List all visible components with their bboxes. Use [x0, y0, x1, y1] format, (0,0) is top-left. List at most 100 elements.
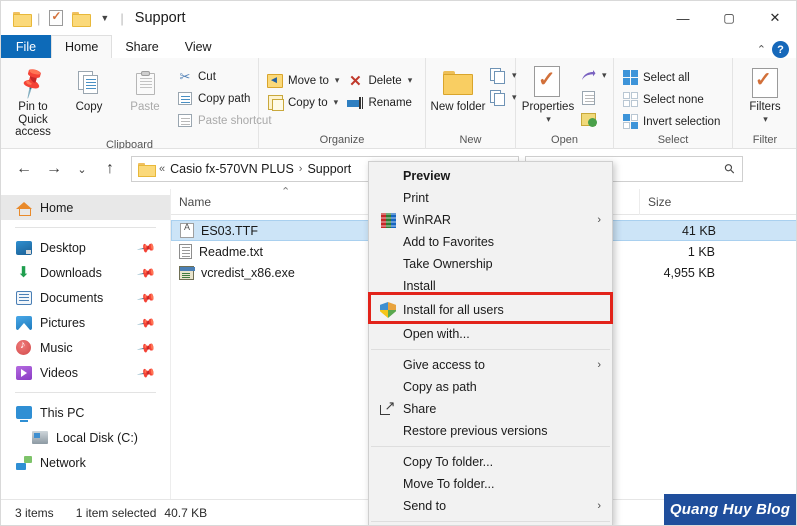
- sidebar-item-home[interactable]: Home: [1, 195, 170, 220]
- sidebar-item-documents[interactable]: Documents 📌: [1, 285, 170, 310]
- column-header-size-label: Size: [648, 194, 672, 209]
- forward-button[interactable]: →: [39, 154, 69, 184]
- pin-icon[interactable]: 📌: [136, 337, 156, 357]
- group-label-select: Select: [657, 134, 689, 146]
- history-button[interactable]: [576, 109, 611, 130]
- menu-item-label: Restore previous versions: [403, 424, 548, 438]
- back-button[interactable]: ←: [9, 154, 39, 184]
- sidebar-item-desktop[interactable]: Desktop 📌: [1, 235, 170, 260]
- sidebar-item-network[interactable]: Network: [1, 450, 170, 475]
- sidebar-item-local-disk[interactable]: Local Disk (C:): [1, 425, 170, 450]
- sidebar-item-this-pc[interactable]: This PC: [1, 400, 170, 425]
- column-header-name[interactable]: Name ⌃: [171, 186, 397, 215]
- pin-icon[interactable]: 📌: [136, 262, 156, 282]
- menu-item-label: Install for all users: [403, 303, 504, 317]
- menu-item-print[interactable]: Print: [369, 187, 612, 209]
- sidebar-item-pictures[interactable]: Pictures 📌: [1, 310, 170, 335]
- sidebar-item-label: Network: [40, 455, 86, 470]
- search-icon[interactable]: ⚲: [721, 160, 739, 178]
- file-size-cell: 4,955 KB: [663, 265, 715, 280]
- tab-share[interactable]: Share: [112, 35, 171, 58]
- sidebar-item-downloads[interactable]: ⬇ Downloads 📌: [1, 260, 170, 285]
- copy-to-icon: [267, 95, 284, 111]
- minimize-button[interactable]: —: [660, 1, 706, 35]
- column-header-size[interactable]: Size: [639, 188, 729, 215]
- delete-button[interactable]: ✕ Delete ▾: [343, 70, 421, 91]
- folder-icon[interactable]: [10, 7, 32, 29]
- menu-item-open-with[interactable]: Open with...: [369, 323, 612, 345]
- menu-item-send-to[interactable]: Send to ›: [369, 495, 612, 517]
- select-all-button[interactable]: Select all: [618, 67, 724, 88]
- filters-button[interactable]: ✓ Filters ▾: [737, 63, 793, 125]
- paste-label: Paste: [130, 101, 160, 113]
- help-button[interactable]: ?: [772, 41, 789, 58]
- tab-view[interactable]: View: [172, 35, 225, 58]
- menu-item-preview[interactable]: Preview: [369, 165, 612, 187]
- select-none-button[interactable]: Select none: [618, 89, 724, 110]
- chevron-down-icon-delete[interactable]: ▾: [408, 75, 413, 86]
- delete-label: Delete: [368, 74, 402, 87]
- close-button[interactable]: ✕: [752, 1, 796, 35]
- sidebar-item-music[interactable]: Music 📌: [1, 335, 170, 360]
- chevron-down-icon-properties[interactable]: ▾: [546, 114, 551, 125]
- tab-file[interactable]: File: [1, 35, 51, 58]
- menu-item-install-for-all-users[interactable]: Install for all users: [369, 297, 612, 323]
- pictures-icon: [15, 314, 32, 331]
- properties-icon[interactable]: [45, 7, 67, 29]
- maximize-button[interactable]: ▢: [706, 1, 752, 35]
- copy-to-button[interactable]: Copy to ▾: [263, 92, 343, 113]
- menu-item-share[interactable]: Share: [369, 398, 612, 420]
- recent-locations-button[interactable]: ⌄: [69, 154, 95, 184]
- chevron-down-icon-copy[interactable]: ▾: [334, 97, 339, 108]
- select-none-icon: [622, 92, 638, 108]
- chevron-down-icon-move[interactable]: ▾: [335, 75, 340, 86]
- pin-to-quick-access-button[interactable]: 📌 Pin to Quick access: [5, 63, 61, 139]
- properties-button[interactable]: ✓ Properties ▾: [520, 63, 576, 125]
- chevron-down-icon-openwith[interactable]: ▾: [602, 70, 607, 81]
- menu-item-copy-as-path[interactable]: Copy as path: [369, 376, 612, 398]
- pin-icon[interactable]: 📌: [136, 237, 156, 257]
- pin-icon[interactable]: 📌: [136, 312, 156, 332]
- menu-item-take-ownership[interactable]: Take Ownership: [369, 253, 612, 275]
- menu-item-winrar[interactable]: WinRAR ›: [369, 209, 612, 231]
- breadcrumb-separator: ›: [298, 163, 303, 175]
- chevron-down-icon-filters[interactable]: ▾: [763, 114, 768, 125]
- edit-button[interactable]: [576, 87, 611, 108]
- sidebar-item-videos[interactable]: Videos 📌: [1, 360, 170, 385]
- divider: |: [37, 10, 41, 26]
- move-to-button[interactable]: ◄ Move to ▾: [263, 70, 343, 91]
- menu-item-restore-previous-versions[interactable]: Restore previous versions: [369, 420, 612, 442]
- invert-selection-button[interactable]: Invert selection: [618, 111, 724, 132]
- breadcrumb-item-1[interactable]: Support: [307, 162, 351, 176]
- window-title: Support: [134, 10, 186, 26]
- open-with-button[interactable]: ▾: [576, 65, 611, 86]
- item-count-label: 3 items: [15, 505, 54, 520]
- tab-home[interactable]: Home: [51, 35, 113, 58]
- ribbon-group-open: ✓ Properties ▾ ▾ Open: [516, 58, 614, 149]
- pin-icon[interactable]: 📌: [136, 362, 156, 382]
- menu-item-add-to-favorites[interactable]: Add to Favorites: [369, 231, 612, 253]
- copy-button[interactable]: Copy: [61, 63, 117, 114]
- file-name-label: vcredist_x86.exe: [201, 265, 295, 280]
- menu-item-give-access-to[interactable]: Give access to ›: [369, 354, 612, 376]
- pin-icon[interactable]: 📌: [136, 287, 156, 307]
- rename-button[interactable]: Rename: [343, 92, 421, 113]
- scissors-icon: ✂: [179, 68, 191, 84]
- up-button[interactable]: ↑: [95, 154, 125, 184]
- sidebar-item-label: Downloads: [40, 265, 102, 280]
- pin-to-quick-access-label: Pin to Quick access: [15, 101, 51, 138]
- menu-item-copy-to-folder[interactable]: Copy To folder...: [369, 451, 612, 473]
- filters-icon: ✓: [752, 67, 778, 99]
- breadcrumb-item-0[interactable]: Casio fx-570VN PLUS: [170, 162, 294, 176]
- chevron-down-icon[interactable]: ▼: [93, 7, 115, 29]
- group-label-new: New: [459, 134, 482, 146]
- menu-item-move-to-folder[interactable]: Move To folder...: [369, 473, 612, 495]
- new-folder-icon[interactable]: [69, 7, 91, 29]
- chevron-up-icon[interactable]: ⌃: [757, 43, 766, 56]
- file-size-cell: 41 KB: [681, 223, 716, 238]
- paste-button[interactable]: Paste: [117, 63, 173, 114]
- new-folder-button[interactable]: New folder: [430, 63, 486, 114]
- documents-icon: [15, 289, 32, 306]
- rename-label: Rename: [368, 96, 412, 109]
- menu-item-install[interactable]: Install: [369, 275, 612, 297]
